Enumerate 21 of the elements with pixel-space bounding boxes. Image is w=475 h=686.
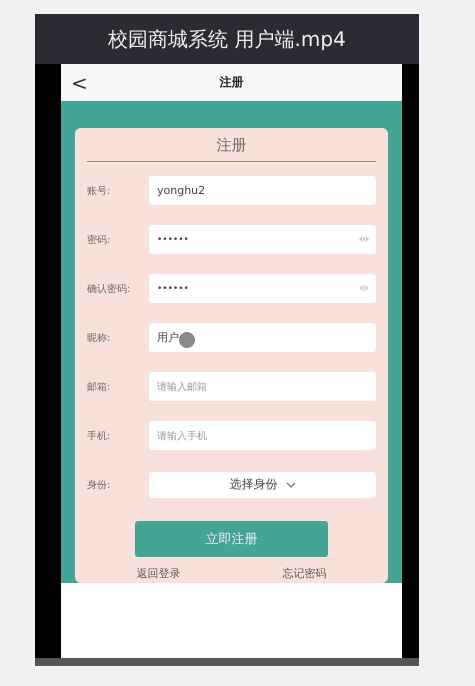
field-label: 手机:	[87, 430, 112, 442]
input-field[interactable]: 请输入邮箱	[149, 372, 376, 401]
form-title: 注册	[87, 128, 376, 162]
input-field[interactable]: 请输入手机	[149, 421, 376, 450]
input-field[interactable]: ••••••	[149, 225, 376, 254]
input-field[interactable]: ••••••	[149, 274, 376, 303]
field-label: 密码:	[87, 234, 112, 246]
field-label: 确认密码:	[87, 282, 132, 296]
chevron-down-icon	[286, 482, 296, 488]
field-label: 身份:	[87, 478, 112, 492]
link[interactable]: 返回登录	[136, 566, 180, 581]
select-dropdown[interactable]: 选择身份	[149, 472, 376, 498]
back-button[interactable]: <	[61, 72, 88, 92]
page-title: 注册	[220, 74, 244, 91]
link[interactable]: 忘记密码	[282, 566, 326, 581]
field-label: 昵称:	[87, 332, 112, 344]
field-label: 邮箱:	[87, 380, 112, 394]
video-title: 校园商城系统 用户端.mp4	[108, 26, 346, 52]
input-field[interactable]: yonghu2	[149, 176, 376, 205]
input-field[interactable]: 用户	[149, 323, 376, 352]
field-label: 账号:	[87, 184, 112, 198]
